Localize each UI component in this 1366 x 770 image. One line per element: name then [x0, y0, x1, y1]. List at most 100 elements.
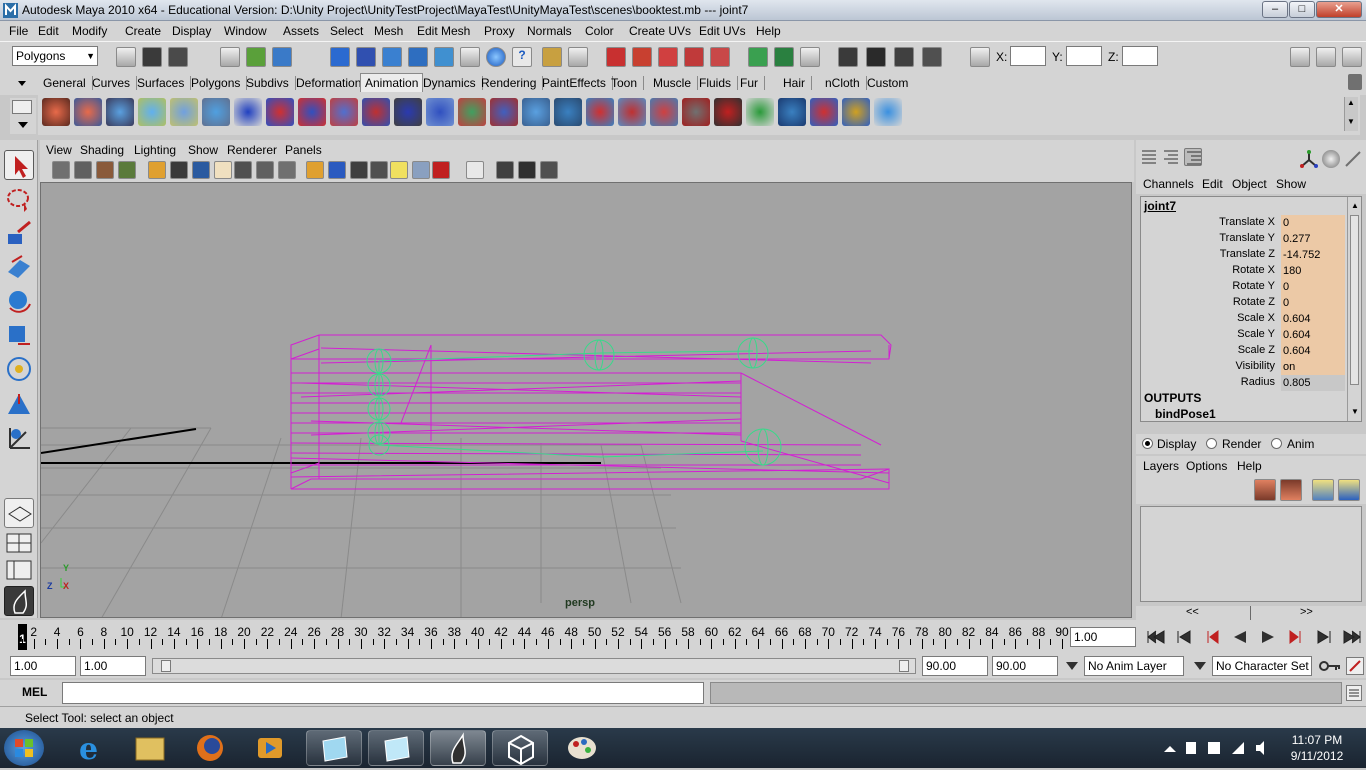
- lattice-icon[interactable]: [618, 98, 646, 126]
- orient-constraint-icon[interactable]: [810, 98, 838, 126]
- magnet-curve-icon[interactable]: [632, 47, 652, 67]
- menu-modify[interactable]: Modify: [72, 24, 107, 38]
- universal-manipulator-icon[interactable]: [4, 354, 34, 384]
- magnet-grid-icon[interactable]: [606, 47, 626, 67]
- radio-anim[interactable]: [1271, 438, 1282, 449]
- snap-surface-icon[interactable]: [434, 47, 454, 67]
- tab-fluids[interactable]: Fluids: [699, 76, 739, 90]
- firefox-icon[interactable]: [182, 730, 238, 766]
- script-editor-icon[interactable]: [1346, 685, 1362, 701]
- command-language-label[interactable]: MEL: [22, 685, 47, 699]
- channel-row[interactable]: Rotate Z 0: [1141, 295, 1345, 311]
- gate-mask-icon[interactable]: [214, 161, 232, 179]
- four-view-layout-icon[interactable]: [4, 532, 34, 554]
- channel-row[interactable]: Rotate X 180: [1141, 263, 1345, 279]
- transform-field-icon[interactable]: [970, 47, 990, 67]
- trash-icon[interactable]: [1348, 74, 1362, 90]
- tab-rendering[interactable]: Rendering: [481, 76, 544, 90]
- close-button[interactable]: ✕: [1316, 1, 1362, 18]
- channel-value[interactable]: 0: [1281, 295, 1345, 311]
- channel-box-only-icon[interactable]: [1140, 148, 1158, 166]
- ipr-render-icon[interactable]: [894, 47, 914, 67]
- new-empty-layer-icon[interactable]: [1312, 479, 1334, 501]
- channel-value[interactable]: 0.277: [1281, 231, 1345, 247]
- panel-menu-lighting[interactable]: Lighting: [134, 143, 176, 157]
- menu-window[interactable]: Window: [224, 24, 267, 38]
- tab-custom[interactable]: Custom: [867, 76, 914, 90]
- y-coordinate-field[interactable]: [1066, 46, 1102, 66]
- layer-list[interactable]: [1140, 506, 1362, 602]
- soft-modification-icon[interactable]: [4, 388, 34, 418]
- menu-mesh[interactable]: Mesh: [374, 24, 403, 38]
- outliner-layout-icon[interactable]: [4, 558, 34, 582]
- influence-icon[interactable]: [490, 98, 518, 126]
- anim-layer-dropdown-icon[interactable]: [1064, 660, 1080, 672]
- speed-icon[interactable]: [1322, 150, 1340, 168]
- timeline-ruler[interactable]: 1 24681012141618202224262830323436384042…: [18, 624, 1069, 650]
- set-breakdown-icon[interactable]: [74, 98, 102, 126]
- pole-vector-icon[interactable]: [842, 98, 870, 126]
- snap-curve-icon[interactable]: [356, 47, 376, 67]
- channel-value[interactable]: 0: [1281, 279, 1345, 295]
- sphere-icon[interactable]: [486, 47, 506, 67]
- select-camera-icon[interactable]: [52, 161, 70, 179]
- anim-layer-field[interactable]: No Anim Layer: [1084, 656, 1184, 676]
- isolate-select-icon[interactable]: [466, 161, 484, 179]
- character-set-dropdown-icon[interactable]: [1192, 660, 1208, 672]
- menu-edit[interactable]: Edit: [38, 24, 59, 38]
- magnet-surface-icon[interactable]: [710, 47, 730, 67]
- character-pose-icon[interactable]: [138, 98, 166, 126]
- menu-help[interactable]: Help: [756, 24, 781, 38]
- tab-muscle[interactable]: Muscle: [653, 76, 699, 90]
- open-scene-icon[interactable]: [142, 47, 162, 67]
- character-set-field[interactable]: No Character Set: [1212, 656, 1312, 676]
- animation-start-field[interactable]: 1.00: [10, 656, 76, 676]
- menu-display[interactable]: Display: [172, 24, 211, 38]
- single-perspective-layout-icon[interactable]: [4, 498, 34, 528]
- camera-attributes-icon[interactable]: [74, 161, 92, 179]
- step-forward-key-icon[interactable]: [1312, 627, 1336, 647]
- panel-menu-view[interactable]: View: [46, 143, 72, 157]
- film-gate-icon[interactable]: [170, 161, 188, 179]
- channel-object-menu[interactable]: Object: [1232, 177, 1267, 191]
- output-ops-icon[interactable]: [774, 47, 794, 67]
- minimize-button[interactable]: –: [1262, 1, 1288, 18]
- menu-edit-mesh[interactable]: Edit Mesh: [417, 24, 470, 38]
- ik-spline-icon[interactable]: [298, 98, 326, 126]
- animation-end-field[interactable]: 90.00: [992, 656, 1058, 676]
- unity-icon[interactable]: [492, 730, 548, 766]
- snap-grid-icon[interactable]: [330, 47, 350, 67]
- menu-edit-uvs[interactable]: Edit UVs: [699, 24, 746, 38]
- output-node-name[interactable]: bindPose1: [1155, 407, 1216, 421]
- high-quality-icon[interactable]: [518, 161, 536, 179]
- channel-row[interactable]: Translate Z -14.752: [1141, 247, 1345, 263]
- channel-value[interactable]: on: [1281, 359, 1345, 375]
- x-coordinate-field[interactable]: [1010, 46, 1046, 66]
- mirror-skin-icon[interactable]: [554, 98, 582, 126]
- channel-layer-icon[interactable]: [1162, 148, 1180, 166]
- step-back-frame-icon[interactable]: [1200, 627, 1224, 647]
- scale-tool-icon[interactable]: [4, 320, 34, 350]
- viewport-renderer-icon[interactable]: [540, 161, 558, 179]
- graph-editor-icon[interactable]: [682, 98, 710, 126]
- playback-start-field[interactable]: 1.00: [80, 656, 146, 676]
- menu-create-uvs[interactable]: Create UVs: [629, 24, 691, 38]
- menu-assets[interactable]: Assets: [283, 24, 319, 38]
- menu-proxy[interactable]: Proxy: [484, 24, 515, 38]
- scrollbar-thumb[interactable]: [1350, 215, 1359, 385]
- network-icon[interactable]: [1232, 742, 1244, 754]
- sticky-notes-icon[interactable]: [306, 730, 362, 766]
- render-view-icon[interactable]: [838, 47, 858, 67]
- channel-box-scrollbar[interactable]: ▲ ▼: [1347, 197, 1361, 421]
- move-tool-icon[interactable]: [4, 252, 34, 282]
- hyper-icon[interactable]: [1344, 150, 1362, 168]
- step-forward-frame-icon[interactable]: [1284, 627, 1308, 647]
- help-icon[interactable]: ?: [512, 47, 532, 67]
- attribute-editor-icon[interactable]: [1290, 47, 1310, 67]
- play-forward-icon[interactable]: [1256, 627, 1280, 647]
- paint-weights-icon[interactable]: [458, 98, 486, 126]
- tab-deformation[interactable]: Deformation: [296, 76, 369, 90]
- history-icon[interactable]: [460, 47, 480, 67]
- tab-surfaces[interactable]: Surfaces: [137, 76, 192, 90]
- construction-history-icon[interactable]: [800, 47, 820, 67]
